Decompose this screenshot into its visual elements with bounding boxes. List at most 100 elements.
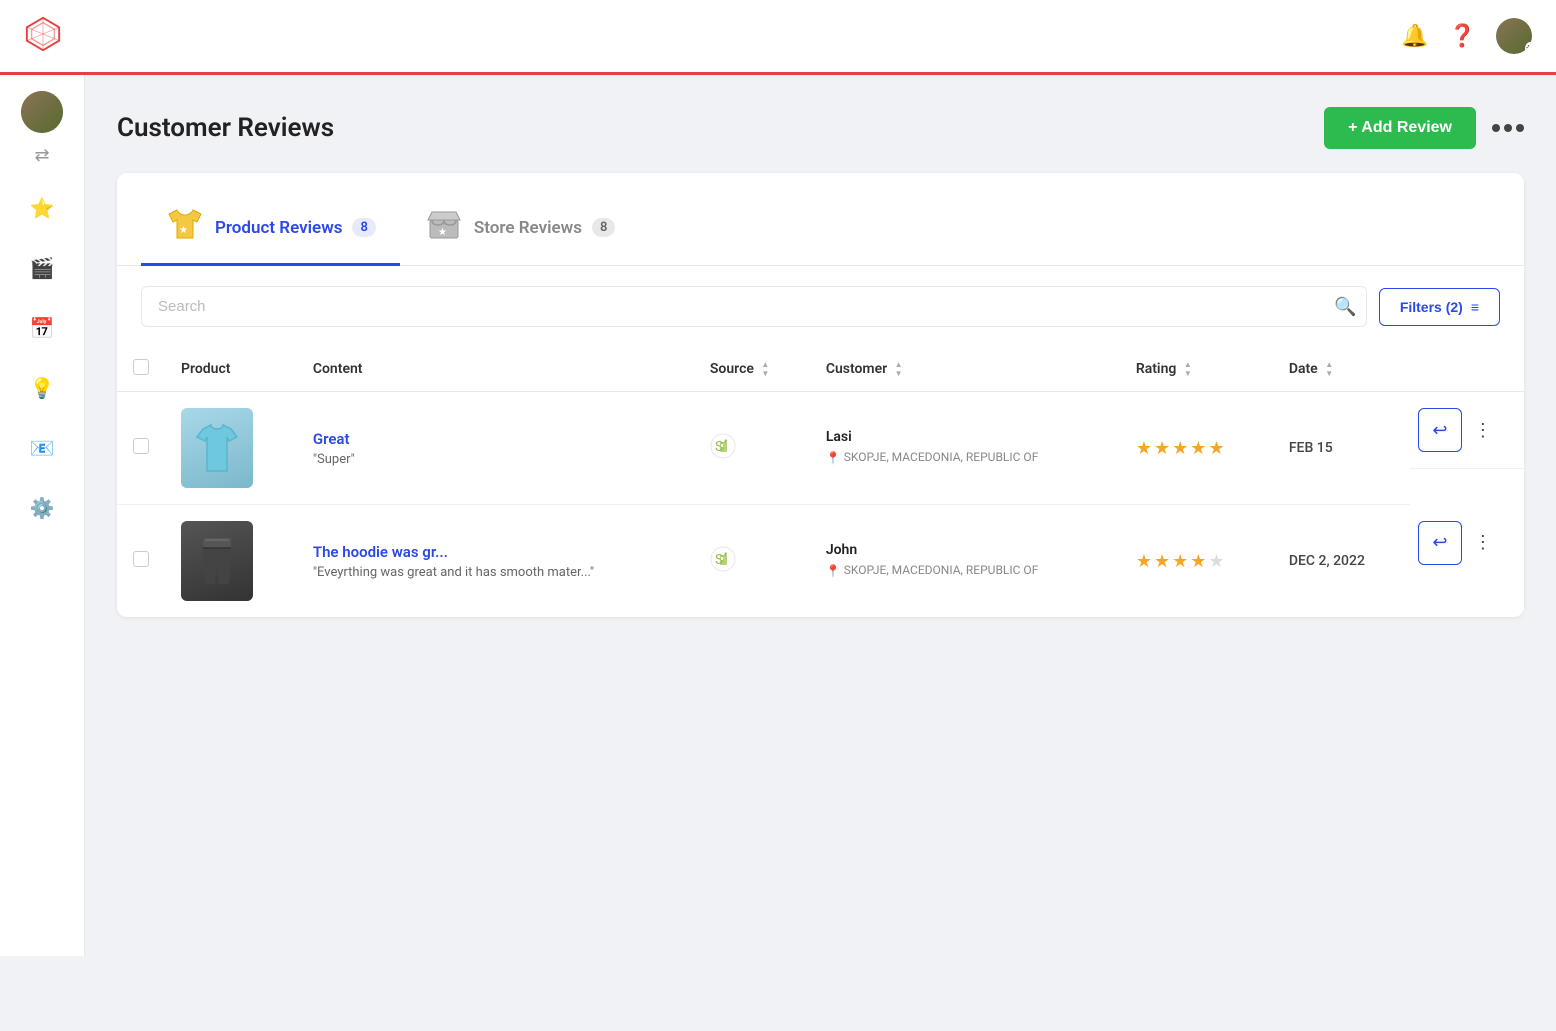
table-header-row: Product Content Source ▲ ▼ Customer (117, 347, 1524, 392)
row1-customer-location: 📍 SKOPJE, MACEDONIA, REPUBLIC OF (826, 449, 1104, 467)
reviews-icon: ⭐ (30, 196, 55, 220)
row2-location-text: SKOPJE, MACEDONIA, REPUBLIC OF (844, 562, 1039, 579)
date-sort-arrows: ▲ ▼ (1325, 361, 1333, 378)
filters-label: Filters (2) (1400, 299, 1463, 315)
sidebar-item-settings[interactable]: ⚙️ (18, 484, 66, 532)
row2-product-thumbnail (181, 521, 253, 601)
add-review-button[interactable]: + Add Review (1324, 107, 1476, 149)
tabs-container: ★ Product Reviews 8 ★ Store Reviews 8 (117, 173, 1524, 266)
header-actions (1410, 347, 1524, 392)
tab-store-reviews[interactable]: ★ Store Reviews 8 (400, 194, 639, 266)
source-sort-arrows: ▲ ▼ (761, 361, 769, 378)
calendar-icon: 📅 (30, 316, 55, 340)
sidebar-item-email[interactable]: 📧 (18, 424, 66, 472)
product-reviews-icon: ★ (165, 206, 205, 249)
notifications-icon[interactable]: 🔔 (1401, 24, 1428, 49)
product-reviews-badge: 8 (352, 218, 375, 237)
sidebar-switch-icon[interactable]: ⇄ (34, 145, 49, 166)
row1-content-cell: Great "Super" (297, 392, 694, 505)
reviews-table: Product Content Source ▲ ▼ Customer (117, 347, 1524, 617)
store-reviews-label: Store Reviews (474, 218, 582, 238)
row1-review-title: Great (313, 430, 678, 448)
header-checkbox[interactable] (133, 359, 149, 375)
svg-text:★: ★ (438, 227, 447, 238)
row2-content-cell: The hoodie was gr... "Eveyrthing was gre… (297, 505, 694, 618)
sidebar-item-media[interactable]: 🎬 (18, 244, 66, 292)
dot-3 (1516, 124, 1524, 132)
row2-rating-cell: ★ ★ ★ ★ ★ (1120, 505, 1273, 618)
more-options-button[interactable] (1492, 124, 1524, 132)
sidebar-avatar[interactable] (21, 91, 63, 133)
help-icon[interactable]: ❓ (1449, 24, 1476, 49)
row1-reply-button[interactable]: ↩ (1418, 408, 1462, 452)
row2-star-5: ★ (1208, 551, 1224, 572)
rating-sort-arrows: ▲ ▼ (1184, 361, 1192, 378)
header-rating[interactable]: Rating ▲ ▼ (1120, 347, 1273, 392)
row1-stars: ★ ★ ★ ★ ★ (1136, 438, 1257, 459)
row1-customer-name: Lasi (826, 429, 1104, 445)
row1-review-content: "Super" (313, 452, 678, 467)
row1-star-1: ★ (1136, 438, 1152, 459)
row1-star-2: ★ (1154, 438, 1170, 459)
dot-2 (1504, 124, 1512, 132)
dot-1 (1492, 124, 1500, 132)
user-avatar[interactable] (1496, 18, 1532, 54)
row2-customer-cell: John 📍 SKOPJE, MACEDONIA, REPUBLIC OF (810, 505, 1120, 618)
store-reviews-badge: 8 (592, 218, 615, 237)
search-wrapper: 🔍 (141, 286, 1367, 327)
row2-checkbox-cell (117, 505, 165, 618)
search-button[interactable]: 🔍 (1334, 296, 1356, 317)
page-header-actions: + Add Review (1324, 107, 1524, 149)
row2-stars: ★ ★ ★ ★ ★ (1136, 551, 1257, 572)
product-reviews-label: Product Reviews (215, 218, 342, 238)
row2-checkbox[interactable] (133, 551, 149, 567)
row1-star-4: ★ (1190, 438, 1206, 459)
settings-icon: ⚙️ (30, 496, 55, 520)
row2-date-cell: DEC 2, 2022 (1273, 505, 1410, 618)
row1-actions-cell: ↩ ⋮ (1410, 392, 1524, 469)
row2-actions-cell: ↩ ⋮ (1410, 505, 1524, 581)
header-content: Content (297, 347, 694, 392)
row2-review-content: "Eveyrthing was great and it has smooth … (313, 565, 678, 580)
row1-location-text: SKOPJE, MACEDONIA, REPUBLIC OF (844, 449, 1039, 466)
row2-source-cell: S (694, 505, 810, 618)
header-product: Product (165, 347, 297, 392)
row1-checkbox-cell (117, 392, 165, 505)
header-source[interactable]: Source ▲ ▼ (694, 347, 810, 392)
row1-date-cell: FEB 15 (1273, 392, 1410, 505)
row1-star-5: ★ (1208, 438, 1224, 459)
row2-reply-button[interactable]: ↩ (1418, 521, 1462, 565)
page-header: Customer Reviews + Add Review (117, 107, 1524, 149)
filter-icon: ≡ (1471, 299, 1479, 315)
logo[interactable] (24, 15, 62, 57)
row1-more-icon[interactable]: ⋮ (1474, 420, 1492, 441)
search-input[interactable] (141, 286, 1367, 327)
row1-checkbox[interactable] (133, 438, 149, 454)
row2-review-title: The hoodie was gr... (313, 543, 678, 561)
row2-customer-location: 📍 SKOPJE, MACEDONIA, REPUBLIC OF (826, 562, 1104, 580)
sidebar-item-calendar[interactable]: 📅 (18, 304, 66, 352)
row2-pants-image (181, 521, 253, 601)
svg-text:★: ★ (179, 225, 188, 236)
row2-star-3: ★ (1172, 551, 1188, 572)
page-title: Customer Reviews (117, 113, 334, 143)
row2-source-icon: S (710, 553, 736, 577)
tab-product-reviews[interactable]: ★ Product Reviews 8 (141, 194, 400, 266)
bulb-icon: 💡 (30, 376, 55, 400)
row2-star-1: ★ (1136, 551, 1152, 572)
row2-more-icon[interactable]: ⋮ (1474, 532, 1492, 553)
email-icon: 📧 (30, 436, 55, 460)
header-customer[interactable]: Customer ▲ ▼ (810, 347, 1120, 392)
search-filter-bar: 🔍 Filters (2) ≡ (117, 266, 1524, 347)
sidebar-item-insights[interactable]: 💡 (18, 364, 66, 412)
main-content: Customer Reviews + Add Review ★ (85, 75, 1556, 956)
filters-button[interactable]: Filters (2) ≡ (1379, 288, 1500, 326)
sidebar-item-reviews[interactable]: ⭐ (18, 184, 66, 232)
table-row: Great "Super" S (117, 392, 1524, 505)
header-date[interactable]: Date ▲ ▼ (1273, 347, 1410, 392)
media-icon: 🎬 (30, 256, 55, 280)
row2-star-4: ★ (1190, 551, 1206, 572)
reply-icon: ↩ (1432, 420, 1447, 441)
reply-icon-2: ↩ (1432, 532, 1447, 553)
row1-customer-cell: Lasi 📍 SKOPJE, MACEDONIA, REPUBLIC OF (810, 392, 1120, 505)
